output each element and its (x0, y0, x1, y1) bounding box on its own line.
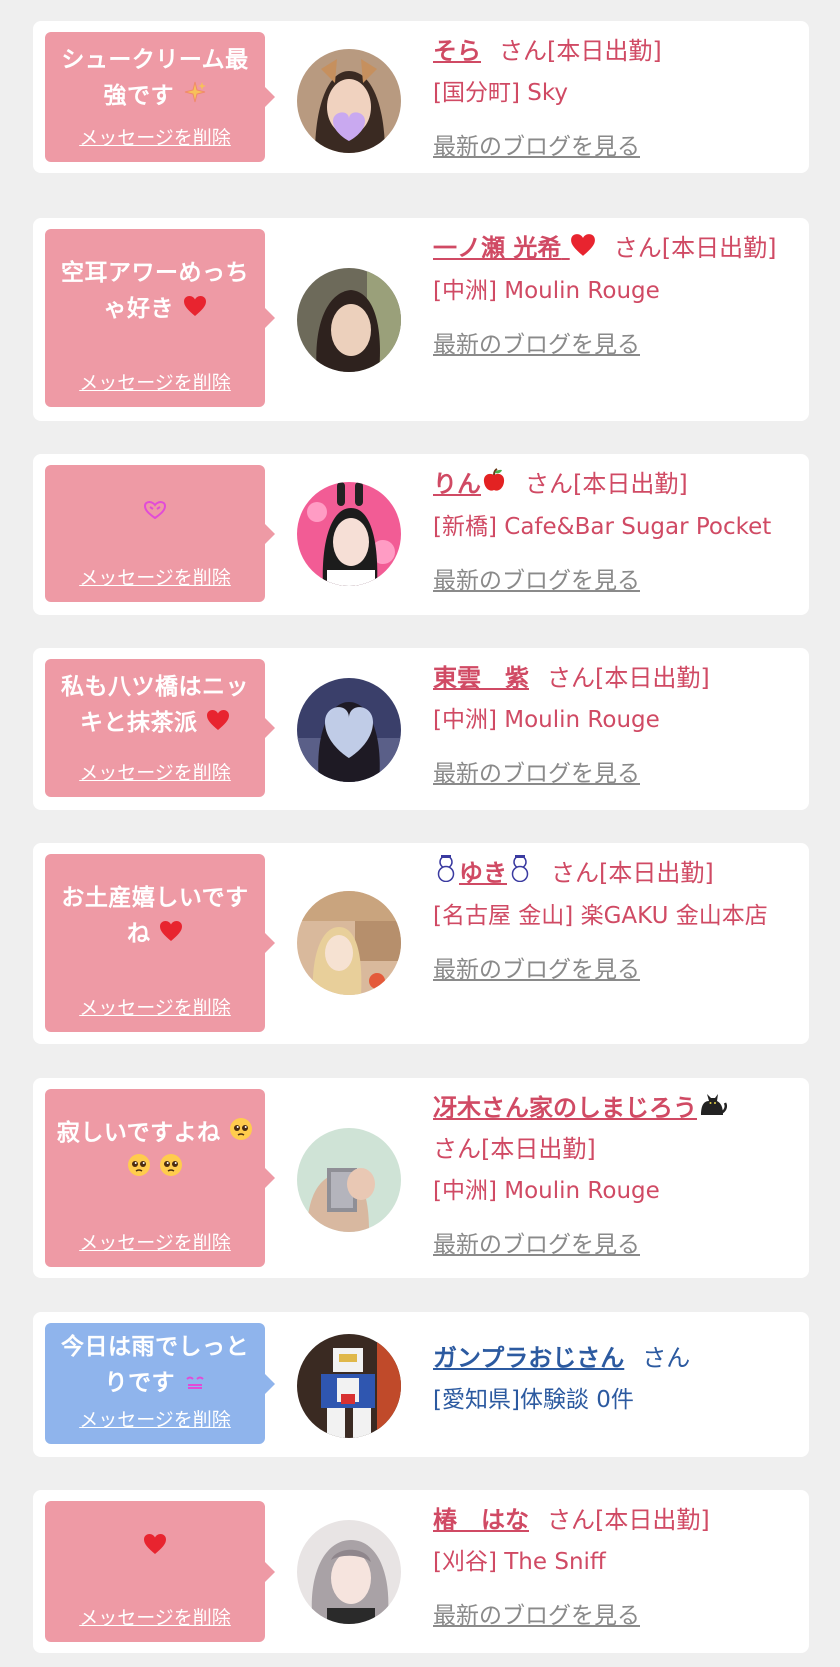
list-item: 今日は雨でしっとりです メッセージを削除 ガンプラおじさん さん [愛知県]体験… (33, 1312, 809, 1457)
profile-info: 一ノ瀬 光希 さん[本日出勤] [中洲] Moulin Rouge 最新のブログ… (433, 228, 793, 359)
shop-name: [刈谷] The Sniff (433, 1549, 606, 1575)
apple-icon (481, 465, 507, 505)
list-item: お土産嬉しいですね メッセージを削除 ゆき さん[本日出勤] [名古屋 金山] 楽… (33, 843, 809, 1044)
avatar[interactable] (297, 1334, 401, 1438)
profile-name-link[interactable]: 椿 はな (433, 1506, 529, 1534)
pleading-face-icon (159, 1152, 183, 1188)
list-item: 寂しいですよね メッセージを削除 冴木さん家のしまじろう さん[本日出勤] [中… (33, 1078, 809, 1278)
blog-link[interactable]: 最新のブログを見る (433, 325, 640, 359)
status-text: さん[本日出勤] (613, 234, 777, 262)
profile-info: ゆき さん[本日出勤] [名古屋 金山] 楽GAKU 金山本店 最新のブログを見る (433, 853, 793, 984)
blog-link[interactable]: 最新のブログを見る (433, 127, 640, 161)
status-text: さん (642, 1344, 691, 1372)
profile-name-link[interactable]: そら (433, 37, 481, 65)
avatar[interactable] (297, 678, 401, 782)
avatar[interactable] (297, 268, 401, 372)
heart-eyes-icon (143, 494, 167, 530)
heart-icon (570, 229, 596, 269)
status-text: さん[本日出勤] (547, 1506, 710, 1534)
heart-icon (183, 292, 207, 328)
snowman-icon (433, 854, 459, 894)
shop-name: [新橋] Cafe&Bar Sugar Pocket (433, 514, 772, 540)
profile-info: りん さん[本日出勤] [新橋] Cafe&Bar Sugar Pocket 最新… (433, 464, 793, 595)
profile-info: 椿 はな さん[本日出勤] [刈谷] The Sniff 最新のブログを見る (433, 1500, 793, 1630)
profile-info: ガンプラおじさん さん [愛知県]体験談 0件 (433, 1338, 793, 1420)
profile-name-link[interactable]: 一ノ瀬 光希 (433, 234, 596, 262)
heart-icon (143, 1530, 167, 1566)
delete-message-link[interactable]: メッセージを削除 (45, 758, 265, 785)
message-text: 寂しいですよね (56, 1120, 221, 1146)
status-text: さん[本日出勤] (499, 37, 662, 65)
snowman-icon (507, 854, 533, 894)
status-text: さん[本日出勤] (525, 470, 688, 498)
profile-info: 東雲 紫さん[本日出勤] [中洲] Moulin Rouge 最新のブログを見る (433, 658, 793, 788)
list-item: シュークリーム最強です メッセージを削除 そら さん[本日出勤] [国分町] Sk… (33, 21, 809, 173)
blog-link[interactable]: 最新のブログを見る (433, 561, 640, 595)
delete-message-link[interactable]: メッセージを削除 (45, 368, 265, 395)
avatar[interactable] (297, 482, 401, 586)
avatar[interactable] (297, 49, 401, 153)
status-text: さん[本日出勤] (433, 1135, 596, 1163)
list-item: 私も八ツ橋はニッキと抹茶派 メッセージを削除 東雲 紫さん[本日出勤] [中洲]… (33, 648, 809, 810)
message-bubble: メッセージを削除 (45, 465, 275, 602)
status-text: さん[本日出勤] (551, 859, 714, 887)
cat-icon (697, 1089, 728, 1129)
profile-name-link[interactable]: りん (433, 468, 507, 498)
delete-message-link[interactable]: メッセージを削除 (45, 1405, 265, 1432)
message-bubble: シュークリーム最強です メッセージを削除 (45, 32, 275, 162)
blog-link[interactable]: 最新のブログを見る (433, 754, 640, 788)
message-bubble: お土産嬉しいですね メッセージを削除 (45, 854, 275, 1032)
delete-message-link[interactable]: メッセージを削除 (45, 993, 265, 1020)
message-text: 空耳アワーめっちゃ好き (61, 260, 249, 322)
status-text: さん[本日出勤] (547, 664, 710, 692)
message-bubble: 寂しいですよね メッセージを削除 (45, 1089, 275, 1267)
shop-name: [中洲] Moulin Rouge (433, 278, 660, 304)
delete-message-link[interactable]: メッセージを削除 (45, 563, 265, 590)
message-bubble: 今日は雨でしっとりです メッセージを削除 (45, 1323, 275, 1444)
pleading-face-icon (229, 1116, 253, 1152)
delete-message-link[interactable]: メッセージを削除 (45, 1603, 265, 1630)
message-text: シュークリーム最強です (61, 47, 249, 109)
message-text: お土産嬉しいですね (61, 885, 249, 947)
delete-message-link[interactable]: メッセージを削除 (45, 1228, 265, 1255)
smiling-face-icon (184, 1366, 206, 1402)
profile-name-link[interactable]: 冴木さん家のしまじろう (433, 1094, 728, 1122)
profile-name-link[interactable]: ゆき (433, 855, 533, 887)
profile-info: 冴木さん家のしまじろう さん[本日出勤] [中洲] Moulin Rouge 最… (433, 1088, 793, 1259)
profile-name-link[interactable]: ガンプラおじさん (433, 1344, 624, 1372)
avatar[interactable] (297, 1128, 401, 1232)
shop-name: [名古屋 金山] 楽GAKU 金山本店 (433, 903, 768, 929)
profile-info: そら さん[本日出勤] [国分町] Sky 最新のブログを見る (433, 31, 793, 161)
list-item: メッセージを削除 椿 はな さん[本日出勤] [刈谷] The Sniff 最新の… (33, 1490, 809, 1653)
shop-name: [中洲] Moulin Rouge (433, 1178, 660, 1204)
delete-message-link[interactable]: メッセージを削除 (45, 123, 265, 150)
shop-name: [愛知県]体験談 0件 (433, 1387, 634, 1413)
shop-name: [中洲] Moulin Rouge (433, 707, 660, 733)
blog-link[interactable]: 最新のブログを見る (433, 1225, 640, 1259)
message-bubble: メッセージを削除 (45, 1501, 275, 1642)
message-text: 今日は雨でしっとりです (61, 1334, 249, 1396)
blog-link[interactable]: 最新のブログを見る (433, 1596, 640, 1630)
list-item: 空耳アワーめっちゃ好き メッセージを削除 一ノ瀬 光希 さん[本日出勤] [中洲… (33, 218, 809, 421)
pleading-face-icon (127, 1152, 151, 1188)
blog-link[interactable]: 最新のブログを見る (433, 950, 640, 984)
avatar[interactable] (297, 1520, 401, 1624)
sparkles-icon (183, 79, 207, 115)
list-item: メッセージを削除 りん さん[本日出勤] [新橋] Cafe&Bar Sugar … (33, 454, 809, 615)
profile-name-link[interactable]: 東雲 紫 (433, 664, 529, 692)
heart-icon (206, 706, 230, 742)
heart-icon (159, 917, 183, 953)
avatar[interactable] (297, 891, 401, 995)
shop-name: [国分町] Sky (433, 80, 568, 106)
message-bubble: 私も八ツ橋はニッキと抹茶派 メッセージを削除 (45, 659, 275, 797)
message-bubble: 空耳アワーめっちゃ好き メッセージを削除 (45, 229, 275, 407)
